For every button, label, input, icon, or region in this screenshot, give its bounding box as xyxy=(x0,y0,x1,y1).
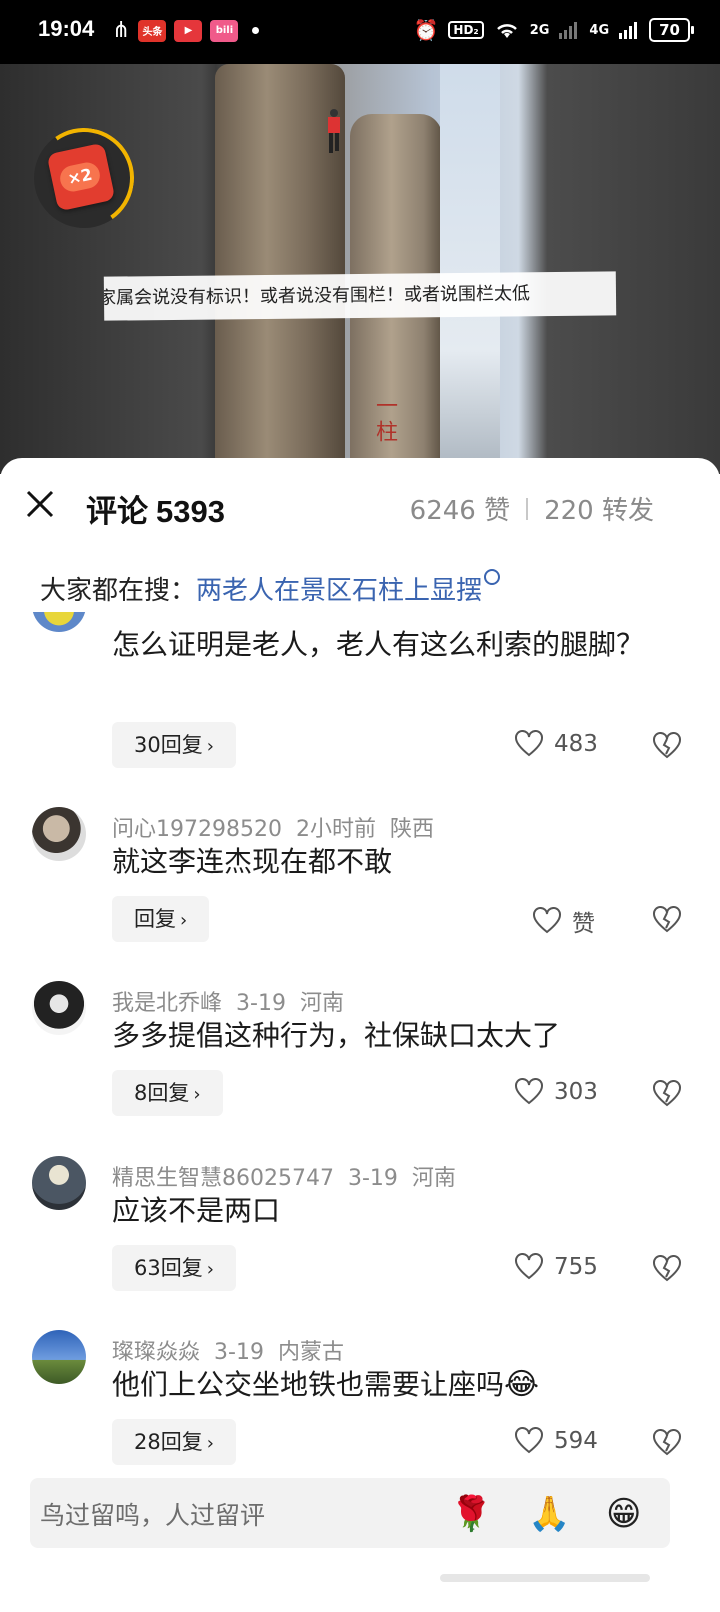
reply-label: 63回复 xyxy=(134,1256,203,1280)
climber-figure xyxy=(328,109,340,153)
chevron-right-icon: › xyxy=(180,910,188,931)
comment-input-bar[interactable]: 鸟过留鸣，人过留评 🌹 🙏 😁 xyxy=(30,1478,670,1548)
dislike-icon[interactable] xyxy=(652,1080,682,1108)
sky-strip xyxy=(440,64,500,474)
hot-search: 大家都在搜：两老人在景区石柱上显摆 xyxy=(40,569,501,607)
like-count: 483 xyxy=(554,731,598,757)
comment-text: 怎么证明是老人，老人有这么利索的腿脚？ xyxy=(112,628,645,661)
hot-search-label: 大家都在搜： xyxy=(40,576,197,606)
comment-text: 他们上公交坐地铁也需要让座吗😂 xyxy=(112,1362,712,1408)
like-button[interactable]: 303 xyxy=(514,1078,598,1106)
avatar[interactable] xyxy=(32,981,86,1035)
reply-button[interactable]: 回复 › xyxy=(112,896,210,942)
reply-button[interactable]: 8回复 › xyxy=(112,1070,223,1116)
crying-laughing-emoji-icon: 😂 xyxy=(504,1367,540,1402)
dislike-icon[interactable] xyxy=(652,906,682,934)
reply-label: 回复 xyxy=(134,907,176,931)
comment-text-content: 他们上公交坐地铁也需要让座吗 xyxy=(112,1368,505,1401)
system-icons: ⏰ HD₂ 2G 4G 70 xyxy=(413,18,694,42)
rose-emoji-icon[interactable]: 🌹 xyxy=(450,1494,492,1534)
comments-title-label: 评论 xyxy=(86,494,148,530)
avatar[interactable] xyxy=(32,807,86,861)
signal-4g-label: 4G xyxy=(589,22,610,38)
battery-icon: 70 xyxy=(649,18,694,42)
heart-icon xyxy=(533,907,561,934)
like-count: 755 xyxy=(554,1254,598,1280)
dislike-icon[interactable] xyxy=(652,732,682,760)
avatar[interactable] xyxy=(32,1330,86,1384)
signal-2g-icon xyxy=(559,22,578,39)
like-button[interactable]: 赞 xyxy=(532,904,595,938)
hd-icon: HD₂ xyxy=(448,21,484,39)
listen-icon: ⋔ xyxy=(112,18,131,43)
comment-text: 就这李连杰现在都不敢 xyxy=(112,845,393,878)
likes-count[interactable]: 6246 赞 xyxy=(410,490,510,527)
dislike-icon[interactable] xyxy=(652,1255,682,1283)
like-button[interactable]: 755 xyxy=(514,1253,598,1281)
comment-list[interactable]: 怎么证明是老人，老人有这么利索的腿脚？ 30回复 › 483 问心19729852… xyxy=(0,612,720,1484)
stats-divider xyxy=(526,497,529,520)
reply-button[interactable]: 28回复 › xyxy=(112,1419,236,1465)
bilibili-app-icon: bili xyxy=(210,19,239,42)
heart-icon xyxy=(515,1078,543,1105)
reply-button[interactable]: 30回复 › xyxy=(112,722,236,768)
chevron-right-icon: › xyxy=(193,1084,201,1105)
video-caption: 家属会说没有标识！或者说没有围栏！或者说围栏太低 xyxy=(103,271,617,321)
comment-input-placeholder[interactable]: 鸟过留鸣，人过留评 xyxy=(40,1496,265,1532)
notification-icons: ⋔ 头条 ▶ bili xyxy=(112,18,260,43)
reply-label: 28回复 xyxy=(134,1430,203,1454)
comments-title: 评论 5393 xyxy=(86,486,225,531)
comment-text: 应该不是两口 xyxy=(112,1194,281,1227)
avatar[interactable] xyxy=(32,1156,86,1210)
chevron-right-icon: › xyxy=(206,1433,214,1454)
dislike-icon[interactable] xyxy=(652,1429,682,1457)
chevron-right-icon: › xyxy=(206,736,214,757)
status-time: 19:04 xyxy=(38,16,95,41)
like-button[interactable]: 483 xyxy=(514,730,598,758)
watermark xyxy=(440,1574,650,1582)
heart-icon xyxy=(515,730,543,757)
like-button[interactable]: 594 xyxy=(514,1427,598,1455)
comment-count: 5393 xyxy=(156,494,225,529)
red-packet-reward[interactable]: ×2 xyxy=(26,120,142,236)
pray-emoji-icon[interactable]: 🙏 xyxy=(528,1494,570,1534)
alarm-icon: ⏰ xyxy=(413,18,439,42)
more-notifications-icon xyxy=(252,27,260,34)
comment-text: 多多提倡这种行为，社保缺口太大了 xyxy=(112,1019,561,1052)
wifi-icon xyxy=(496,24,517,38)
reply-label: 30回复 xyxy=(134,733,203,757)
heart-icon xyxy=(515,1253,543,1280)
heart-icon xyxy=(515,1427,543,1454)
status-bar: 19:04 ⋔ 头条 ▶ bili ⏰ HD₂ 2G 4G 70 xyxy=(0,0,720,64)
signal-2g-label: 2G xyxy=(529,22,550,38)
toutiao-app-icon: 头条 xyxy=(138,19,167,42)
video-player[interactable]: 家属会说没有标识！或者说没有围栏！或者说围栏太低 一柱 ×2 xyxy=(0,64,720,474)
like-count: 594 xyxy=(554,1428,598,1454)
like-count: 303 xyxy=(554,1079,598,1105)
shares-count[interactable]: 220 转发 xyxy=(544,490,654,527)
like-count: 赞 xyxy=(572,911,595,937)
reply-label: 8回复 xyxy=(134,1081,190,1105)
search-icon xyxy=(484,569,501,585)
close-icon[interactable] xyxy=(22,486,58,522)
avatar[interactable] xyxy=(32,612,86,632)
video-app-icon: ▶ xyxy=(174,19,203,42)
reply-button[interactable]: 63回复 › xyxy=(112,1245,236,1291)
signal-4g-icon xyxy=(619,22,638,39)
grin-emoji-icon[interactable]: 😁 xyxy=(606,1494,641,1534)
post-stats: 6246 赞 220 转发 xyxy=(410,490,654,527)
rock-inscription: 一柱 xyxy=(372,394,397,446)
chevron-right-icon: › xyxy=(206,1259,214,1280)
hot-search-link[interactable]: 两老人在景区石柱上显摆 xyxy=(196,576,482,606)
